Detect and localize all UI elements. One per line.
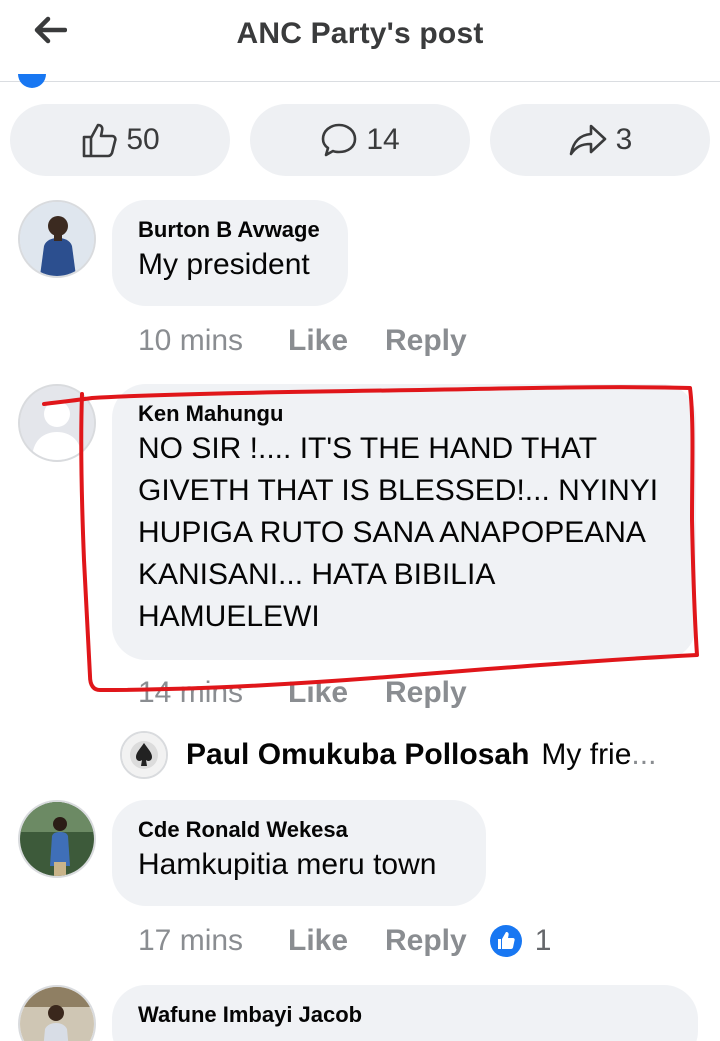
comment-author[interactable]: Wafune Imbayi Jacob: [138, 1001, 672, 1029]
comment-bubble: Wafune Imbayi Jacob: [112, 985, 698, 1041]
comment-count: 14: [366, 123, 400, 156]
avatar[interactable]: [18, 800, 96, 878]
comment-icon: [322, 123, 357, 157]
comment-meta: 14 mins Like Reply: [138, 672, 467, 714]
top-bar: ANC Party's post: [0, 0, 720, 82]
comment-meta: 17 mins Like Reply 1: [138, 920, 551, 962]
comment-text-line: HAMUELEWI: [138, 600, 320, 633]
comment-text-line: KANISANI... HATA BIBILIA: [138, 558, 496, 591]
comment-like-button[interactable]: Like: [288, 924, 385, 958]
reply-text: My frie: [541, 738, 632, 771]
reaction-count: 1: [534, 924, 552, 957]
like-reaction-icon: [489, 925, 522, 957]
comment-time[interactable]: 17 mins: [138, 924, 288, 958]
reaction-peek-icon: [18, 74, 46, 88]
page-title: ANC Party's post: [236, 17, 484, 50]
comment-text-line: GIVETH THAT IS BLESSED!... NYINYI: [138, 474, 659, 507]
like-count: 50: [126, 123, 160, 156]
reply-author[interactable]: Paul Omukuba Pollosah: [186, 738, 529, 772]
like-button[interactable]: 50: [10, 104, 230, 176]
comment-author[interactable]: Cde Ronald Wekesa: [138, 816, 460, 844]
comment-text: Hamkupitia meru town: [138, 848, 437, 881]
share-button[interactable]: 3: [490, 104, 710, 176]
reply-avatar: [120, 731, 168, 779]
reply-ellipsis: ...: [631, 738, 657, 771]
comment-bubble: Burton B Avwage My president: [112, 200, 348, 306]
post-actions: 50 14 3: [0, 104, 720, 176]
comment-text-line: HUPIGA RUTO SANA ANAPOPEANA: [138, 516, 646, 549]
comment-author[interactable]: Burton B Avwage: [138, 216, 322, 244]
comment-text-line: NO SIR !.... IT'S THE HAND THAT: [138, 432, 598, 465]
comment-time[interactable]: 10 mins: [138, 324, 288, 358]
share-count: 3: [615, 123, 633, 156]
avatar[interactable]: [18, 985, 96, 1041]
comment-reply-button[interactable]: Reply: [385, 324, 467, 358]
avatar[interactable]: [18, 200, 96, 278]
reply-preview[interactable]: Paul Omukuba Pollosah My frie ...: [120, 728, 700, 782]
comment-reply-button[interactable]: Reply: [385, 676, 467, 710]
comment-time[interactable]: 14 mins: [138, 676, 288, 710]
comment-meta: 10 mins Like Reply: [138, 320, 467, 362]
comment-like-button[interactable]: Like: [288, 676, 385, 710]
comment-button[interactable]: 14: [250, 104, 470, 176]
reaction-summary[interactable]: 1: [489, 924, 552, 958]
comment-author[interactable]: Ken Mahungu: [138, 400, 670, 428]
comment-like-button[interactable]: Like: [288, 324, 385, 358]
comment-text: My president: [138, 248, 310, 281]
thumbs-up-icon: [83, 123, 117, 158]
comment-bubble: Cde Ronald Wekesa Hamkupitia meru town: [112, 800, 486, 906]
comment-reply-button[interactable]: Reply: [385, 924, 467, 958]
share-arrow-icon: [569, 124, 606, 156]
comment-bubble: Ken Mahungu NO SIR !.... IT'S THE HAND T…: [112, 384, 696, 660]
avatar-placeholder[interactable]: [18, 384, 96, 462]
